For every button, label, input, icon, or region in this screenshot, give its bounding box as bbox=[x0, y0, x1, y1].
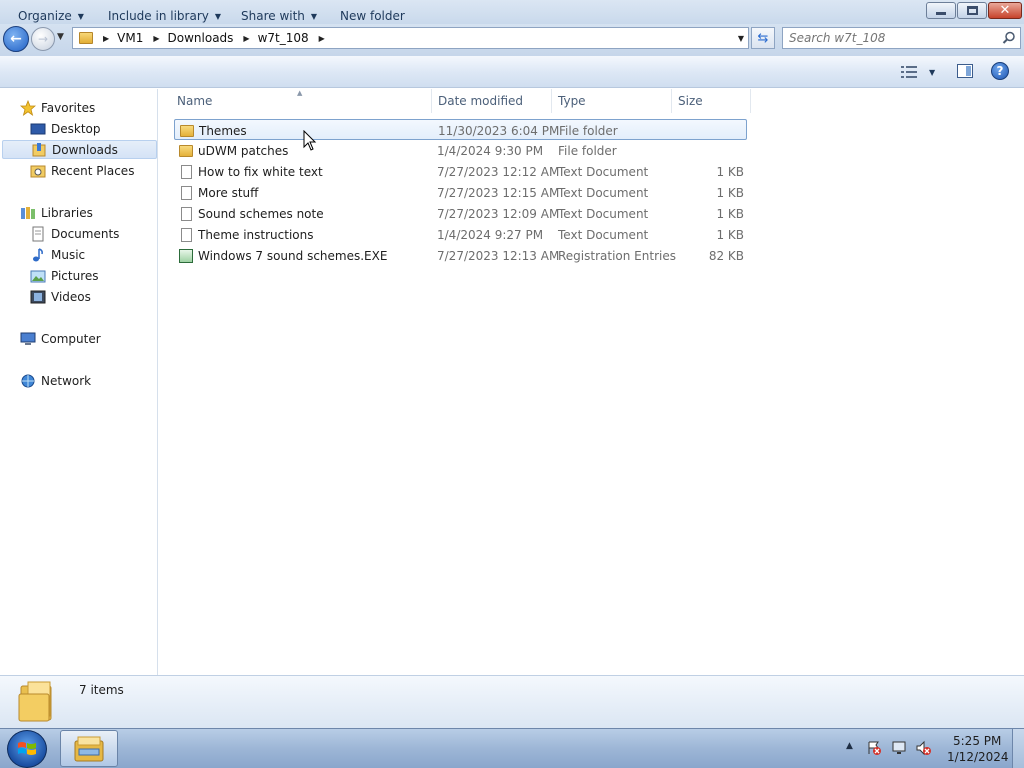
nav-desktop[interactable]: Desktop bbox=[30, 119, 101, 138]
file-row[interactable]: Themes 11/30/2023 6:04 PM File folder bbox=[174, 119, 747, 140]
sort-ascending-icon: ▲ bbox=[297, 89, 303, 97]
refresh-icon: ⇆ bbox=[757, 30, 769, 46]
file-row[interactable]: Sound schemes note 7/27/2023 12:09 AM Te… bbox=[174, 203, 747, 224]
star-icon bbox=[20, 99, 36, 116]
chevron-down-icon: ▼ bbox=[57, 32, 64, 42]
search-input[interactable] bbox=[789, 31, 999, 45]
windows-logo-icon bbox=[18, 742, 36, 755]
videos-icon bbox=[30, 290, 46, 303]
organize-button[interactable]: Organize ▼ bbox=[18, 9, 84, 23]
include-in-library-button[interactable]: Include in library ▼ bbox=[108, 9, 221, 23]
volume-muted-icon[interactable] bbox=[915, 740, 931, 756]
column-header-row: Name Date modified Type Size bbox=[159, 89, 1024, 113]
show-desktop-button[interactable] bbox=[1012, 729, 1024, 768]
item-count-label: 7 items bbox=[79, 683, 124, 697]
clock-date[interactable]: 1/12/2024 bbox=[947, 750, 1009, 764]
forward-button[interactable]: → bbox=[31, 27, 55, 51]
chevron-down-icon: ▼ bbox=[929, 67, 936, 77]
file-row[interactable]: uDWM patches 1/4/2024 9:30 PM File folde… bbox=[174, 140, 747, 161]
clock-time[interactable]: 5:25 PM bbox=[953, 734, 1001, 748]
search-box[interactable] bbox=[782, 27, 1021, 49]
downloads-folder-icon bbox=[32, 142, 46, 156]
desktop-icon bbox=[30, 123, 46, 134]
text-document-icon bbox=[181, 164, 192, 179]
column-header-size[interactable]: Size bbox=[672, 89, 751, 113]
back-arrow-icon: ← bbox=[10, 31, 22, 47]
back-button[interactable]: ← bbox=[3, 26, 29, 52]
registry-file-icon bbox=[179, 248, 193, 263]
nav-recent-places[interactable]: Recent Places bbox=[30, 161, 134, 180]
show-hidden-icons-button[interactable]: ▲ bbox=[846, 741, 853, 751]
mouse-cursor-icon bbox=[303, 130, 317, 151]
breadcrumb-item[interactable]: w7t_108 ▶ bbox=[258, 28, 333, 48]
chevron-right-icon: ▶ bbox=[243, 33, 250, 43]
file-row[interactable]: More stuff 7/27/2023 12:15 AM Text Docum… bbox=[174, 182, 747, 203]
folder-icon bbox=[18, 681, 52, 722]
minimize-button[interactable] bbox=[926, 2, 956, 19]
minimize-icon bbox=[936, 12, 946, 15]
breadcrumb-root[interactable]: ▶ bbox=[93, 28, 117, 48]
file-row[interactable]: How to fix white text 7/27/2023 12:12 AM… bbox=[174, 161, 747, 182]
nav-downloads[interactable]: Downloads bbox=[2, 140, 157, 159]
recent-pages-button[interactable]: ▼ bbox=[57, 32, 69, 44]
share-with-button[interactable]: Share with ▼ bbox=[241, 9, 317, 23]
recent-places-icon bbox=[30, 165, 46, 177]
pictures-icon bbox=[30, 270, 46, 282]
breadcrumb-item[interactable]: Downloads ▶ bbox=[168, 28, 258, 48]
maximize-button[interactable] bbox=[957, 2, 987, 19]
nav-favorites[interactable]: Favorites bbox=[20, 98, 95, 117]
change-view-button[interactable]: ▼ bbox=[901, 64, 941, 80]
address-bar[interactable]: ▶ VM1 ▶ Downloads ▶ w7t_108 ▶ ▼ bbox=[72, 27, 749, 49]
file-list: Themes 11/30/2023 6:04 PM File folder uD… bbox=[159, 113, 1024, 675]
chevron-right-icon: ▶ bbox=[318, 33, 325, 43]
forward-arrow-icon: → bbox=[37, 32, 49, 46]
preview-pane-button[interactable] bbox=[957, 64, 973, 78]
documents-icon bbox=[32, 226, 44, 241]
nav-music[interactable]: Music bbox=[30, 245, 85, 264]
folder-icon bbox=[179, 144, 193, 157]
chevron-down-icon: ▼ bbox=[77, 11, 84, 21]
chevron-down-icon: ▼ bbox=[310, 11, 318, 21]
new-folder-button[interactable]: New folder bbox=[340, 9, 405, 23]
help-button[interactable]: ? bbox=[991, 62, 1009, 80]
address-dropdown-icon[interactable]: ▼ bbox=[738, 34, 744, 43]
maximize-icon bbox=[966, 6, 978, 15]
libraries-icon bbox=[21, 206, 35, 219]
help-icon: ? bbox=[996, 64, 1004, 78]
network-icon bbox=[21, 374, 35, 387]
network-status-icon[interactable] bbox=[891, 740, 907, 756]
computer-icon bbox=[20, 332, 36, 345]
breadcrumb-item[interactable]: VM1 ▶ bbox=[117, 28, 167, 48]
command-bar bbox=[0, 56, 1024, 88]
folder-icon bbox=[79, 32, 93, 44]
nav-videos[interactable]: Videos bbox=[30, 287, 91, 306]
column-header-type[interactable]: Type bbox=[552, 89, 672, 113]
chevron-down-icon: ▼ bbox=[214, 11, 222, 21]
text-document-icon bbox=[181, 185, 192, 200]
close-icon: ✕ bbox=[999, 3, 1011, 18]
text-document-icon bbox=[181, 206, 192, 221]
details-pane bbox=[0, 675, 1024, 728]
close-button[interactable]: ✕ bbox=[988, 2, 1022, 19]
nav-network[interactable]: Network bbox=[20, 371, 91, 390]
music-icon bbox=[33, 247, 43, 261]
text-document-icon bbox=[181, 227, 192, 242]
nav-computer[interactable]: Computer bbox=[20, 329, 101, 348]
action-center-icon[interactable] bbox=[866, 740, 882, 756]
folder-icon bbox=[180, 124, 194, 137]
details-view-icon bbox=[901, 66, 917, 78]
windows-explorer-icon bbox=[74, 736, 104, 762]
column-header-date-modified[interactable]: Date modified bbox=[432, 89, 552, 113]
nav-libraries[interactable]: Libraries bbox=[20, 203, 93, 222]
chevron-right-icon: ▶ bbox=[103, 33, 110, 43]
search-icon[interactable] bbox=[1002, 31, 1016, 45]
chevron-right-icon: ▶ bbox=[153, 33, 160, 43]
file-row[interactable]: Windows 7 sound schemes.EXE 7/27/2023 12… bbox=[174, 245, 747, 266]
nav-pictures[interactable]: Pictures bbox=[30, 266, 99, 285]
nav-documents[interactable]: Documents bbox=[30, 224, 119, 243]
file-row[interactable]: Theme instructions 1/4/2024 9:27 PM Text… bbox=[174, 224, 747, 245]
refresh-button[interactable]: ⇆ bbox=[751, 27, 775, 49]
